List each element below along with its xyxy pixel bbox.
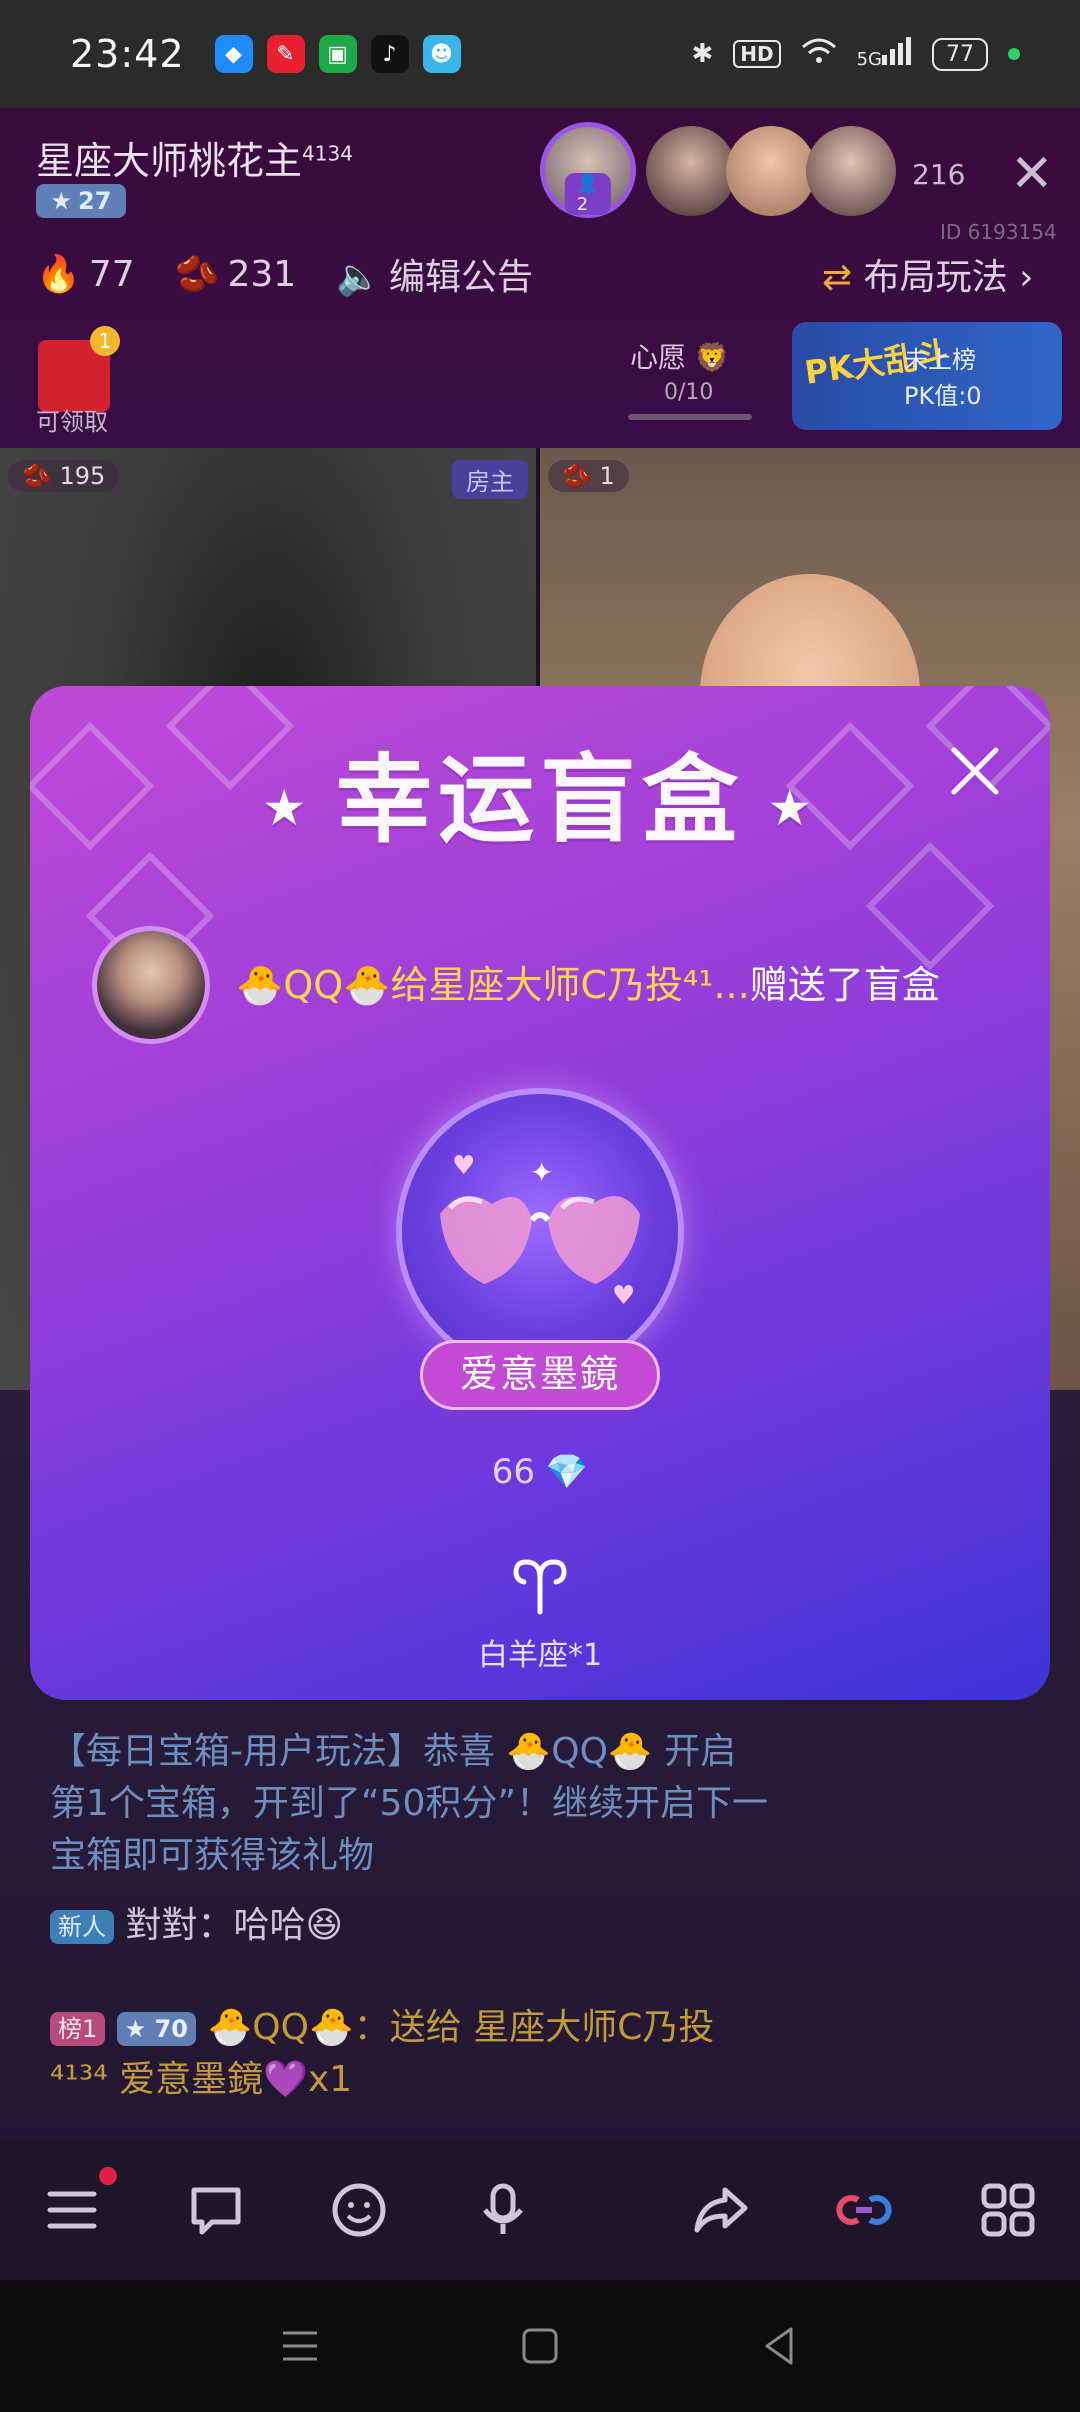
audience-count[interactable]: 216 (912, 158, 965, 191)
grid-icon (981, 2183, 1035, 2237)
svg-text:♥: ♥ (612, 1281, 635, 1311)
wish-progress-bar (628, 414, 752, 420)
signal-icon: 5G (857, 36, 912, 72)
star-icon: ★ (770, 782, 816, 834)
gift-image: ✦ ♥ ♥ (396, 1088, 684, 1376)
bean-icon: 🫘 (174, 254, 220, 295)
chat-bubble-icon (191, 2187, 241, 2235)
host-avatar[interactable]: 👤 2 (540, 122, 636, 218)
video-beans-badge: 🫘 1 (548, 460, 629, 492)
wish-label[interactable]: 心愿 🦁 (630, 336, 730, 376)
more-button[interactable] (973, 2175, 1043, 2245)
chat-app-icon: ☻ (422, 35, 461, 73)
battery-icon: 77 (932, 37, 988, 71)
bottom-toolbar (0, 2140, 1080, 2280)
sender-avatar[interactable] (92, 926, 210, 1044)
beans-stat[interactable]: 🫘 231 (175, 253, 297, 295)
status-bar: 23:42 ◆ ✎ ▣ ♪ ☻ ✱ HD 5G 77 (0, 0, 1080, 108)
close-room-icon[interactable]: ✕ (1010, 148, 1054, 200)
red-packet-label[interactable]: 可领取 (36, 402, 108, 437)
gift-message[interactable]: 榜1 ★ 70 🐣QQ🐣：送给 星座大师C乃投⁴¹³⁴ 爱意墨鏡💜x1 (50, 2002, 750, 2106)
wifi-icon (801, 37, 837, 72)
store-app-icon: ▣ (318, 35, 357, 73)
mic-button[interactable] (468, 2175, 538, 2245)
room-level-badge: ★ 27 (36, 184, 126, 218)
heat-stat[interactable]: 🔥 77 (36, 253, 135, 295)
browser-app-icon: ◆ (214, 35, 253, 73)
video-beans-badge: 🫘 195 (8, 460, 120, 492)
news-app-icon: ✎ (266, 35, 305, 73)
wish-progress: 0/10 (664, 380, 714, 405)
pk-value: PK值:0 (904, 382, 982, 410)
edit-notice-button[interactable]: 🔈 编辑公告 (336, 248, 533, 300)
emoji-icon (332, 2183, 386, 2237)
lion-icon: 🦁 (694, 341, 730, 374)
gift-price: 66 💎 (491, 1452, 589, 1492)
notification-dot (98, 2167, 117, 2185)
audience-avatar[interactable] (806, 126, 896, 216)
privacy-indicator-icon (1008, 48, 1020, 60)
gift-name: 爱意墨鏡 (420, 1340, 660, 1410)
level-tag: ★ 70 (116, 2012, 197, 2046)
heart-sunglasses-icon: ✦ ♥ ♥ (440, 1151, 640, 1311)
room-id: ID 6193154 (940, 220, 1057, 244)
star-icon: ★ (264, 782, 310, 834)
chat-button[interactable] (181, 2175, 251, 2245)
fire-icon: 🔥 (36, 254, 81, 295)
recent-apps-icon[interactable] (277, 2323, 323, 2369)
pk-status: 未上榜 (904, 346, 976, 374)
zodiac-label: 白羊座*1 (477, 1638, 603, 1673)
emoji-button[interactable] (324, 2175, 394, 2245)
share-icon (694, 2187, 748, 2233)
audience-avatar[interactable] (726, 126, 816, 216)
layout-play-button[interactable]: ⇄ 布局玩法 › (822, 248, 1034, 300)
aries-icon (513, 1559, 567, 1615)
room-stats: 🔥 77 🫘 231 🔈 编辑公告 (36, 248, 533, 300)
share-button[interactable] (686, 2175, 756, 2245)
system-nav-bar (0, 2280, 1080, 2412)
host-tag: 房主 (452, 460, 528, 499)
tiktok-app-icon: ♪ (370, 35, 409, 73)
home-icon[interactable] (517, 2323, 563, 2369)
diamond-icon: 💎 (545, 1452, 589, 1492)
link-icon (836, 2195, 892, 2225)
swap-icon: ⇄ (822, 257, 853, 298)
hd-icon: HD (733, 40, 781, 68)
menu-icon (47, 2191, 97, 2229)
status-time: 23:42 (70, 32, 185, 76)
audience-avatar[interactable] (646, 126, 736, 216)
microphone-icon (483, 2183, 524, 2234)
rank-tag: 榜1 (50, 2012, 106, 2046)
svg-text:♥: ♥ (452, 1151, 475, 1181)
speaker-icon: 🔈 (336, 257, 382, 298)
lucky-box-modal: ★ 幸运盲盒 ★ 🐣QQ🐣给星座大师C乃投⁴¹...赠送了盲盒 ✦ ♥ ♥ 爱意墨鏡… (30, 686, 1050, 1700)
modal-title: ★ 幸运盲盒 ★ (264, 743, 816, 856)
chat-message[interactable]: 新人 對對：哈哈😆 (50, 1900, 343, 1952)
new-user-tag: 新人 (50, 1910, 114, 1944)
red-packet-badge: 1 (90, 326, 120, 356)
star-icon: ★ (50, 187, 73, 215)
svg-text:✦: ✦ (530, 1156, 553, 1189)
status-app-icons: ◆ ✎ ▣ ♪ ☻ (214, 35, 461, 73)
bluetooth-icon: ✱ (691, 39, 714, 69)
gift-sender-line: 🐣QQ🐣给星座大师C乃投⁴¹...赠送了盲盒 (236, 963, 940, 1007)
menu-button[interactable] (37, 2167, 117, 2245)
back-icon[interactable] (757, 2323, 803, 2369)
link-mic-button[interactable] (829, 2175, 899, 2245)
close-icon[interactable] (940, 736, 1010, 806)
room-title[interactable]: 星座大师桃花主4134 (36, 130, 353, 185)
pk-card[interactable]: PK大乱斗 未上榜 PK值:0 (792, 322, 1062, 430)
room-header: 星座大师桃花主4134 ★ 27 👤 2 216 ✕ ID 6193154 🔥 77… (0, 108, 1080, 448)
system-message: 【每日宝箱-用户玩法】恭喜 🐣QQ🐣 开启第1个宝箱，开到了“50积分”！继续开… (50, 1731, 769, 1876)
host-viewer-count: 👤 2 (564, 173, 612, 215)
chevron-right-icon: › (1019, 257, 1034, 298)
